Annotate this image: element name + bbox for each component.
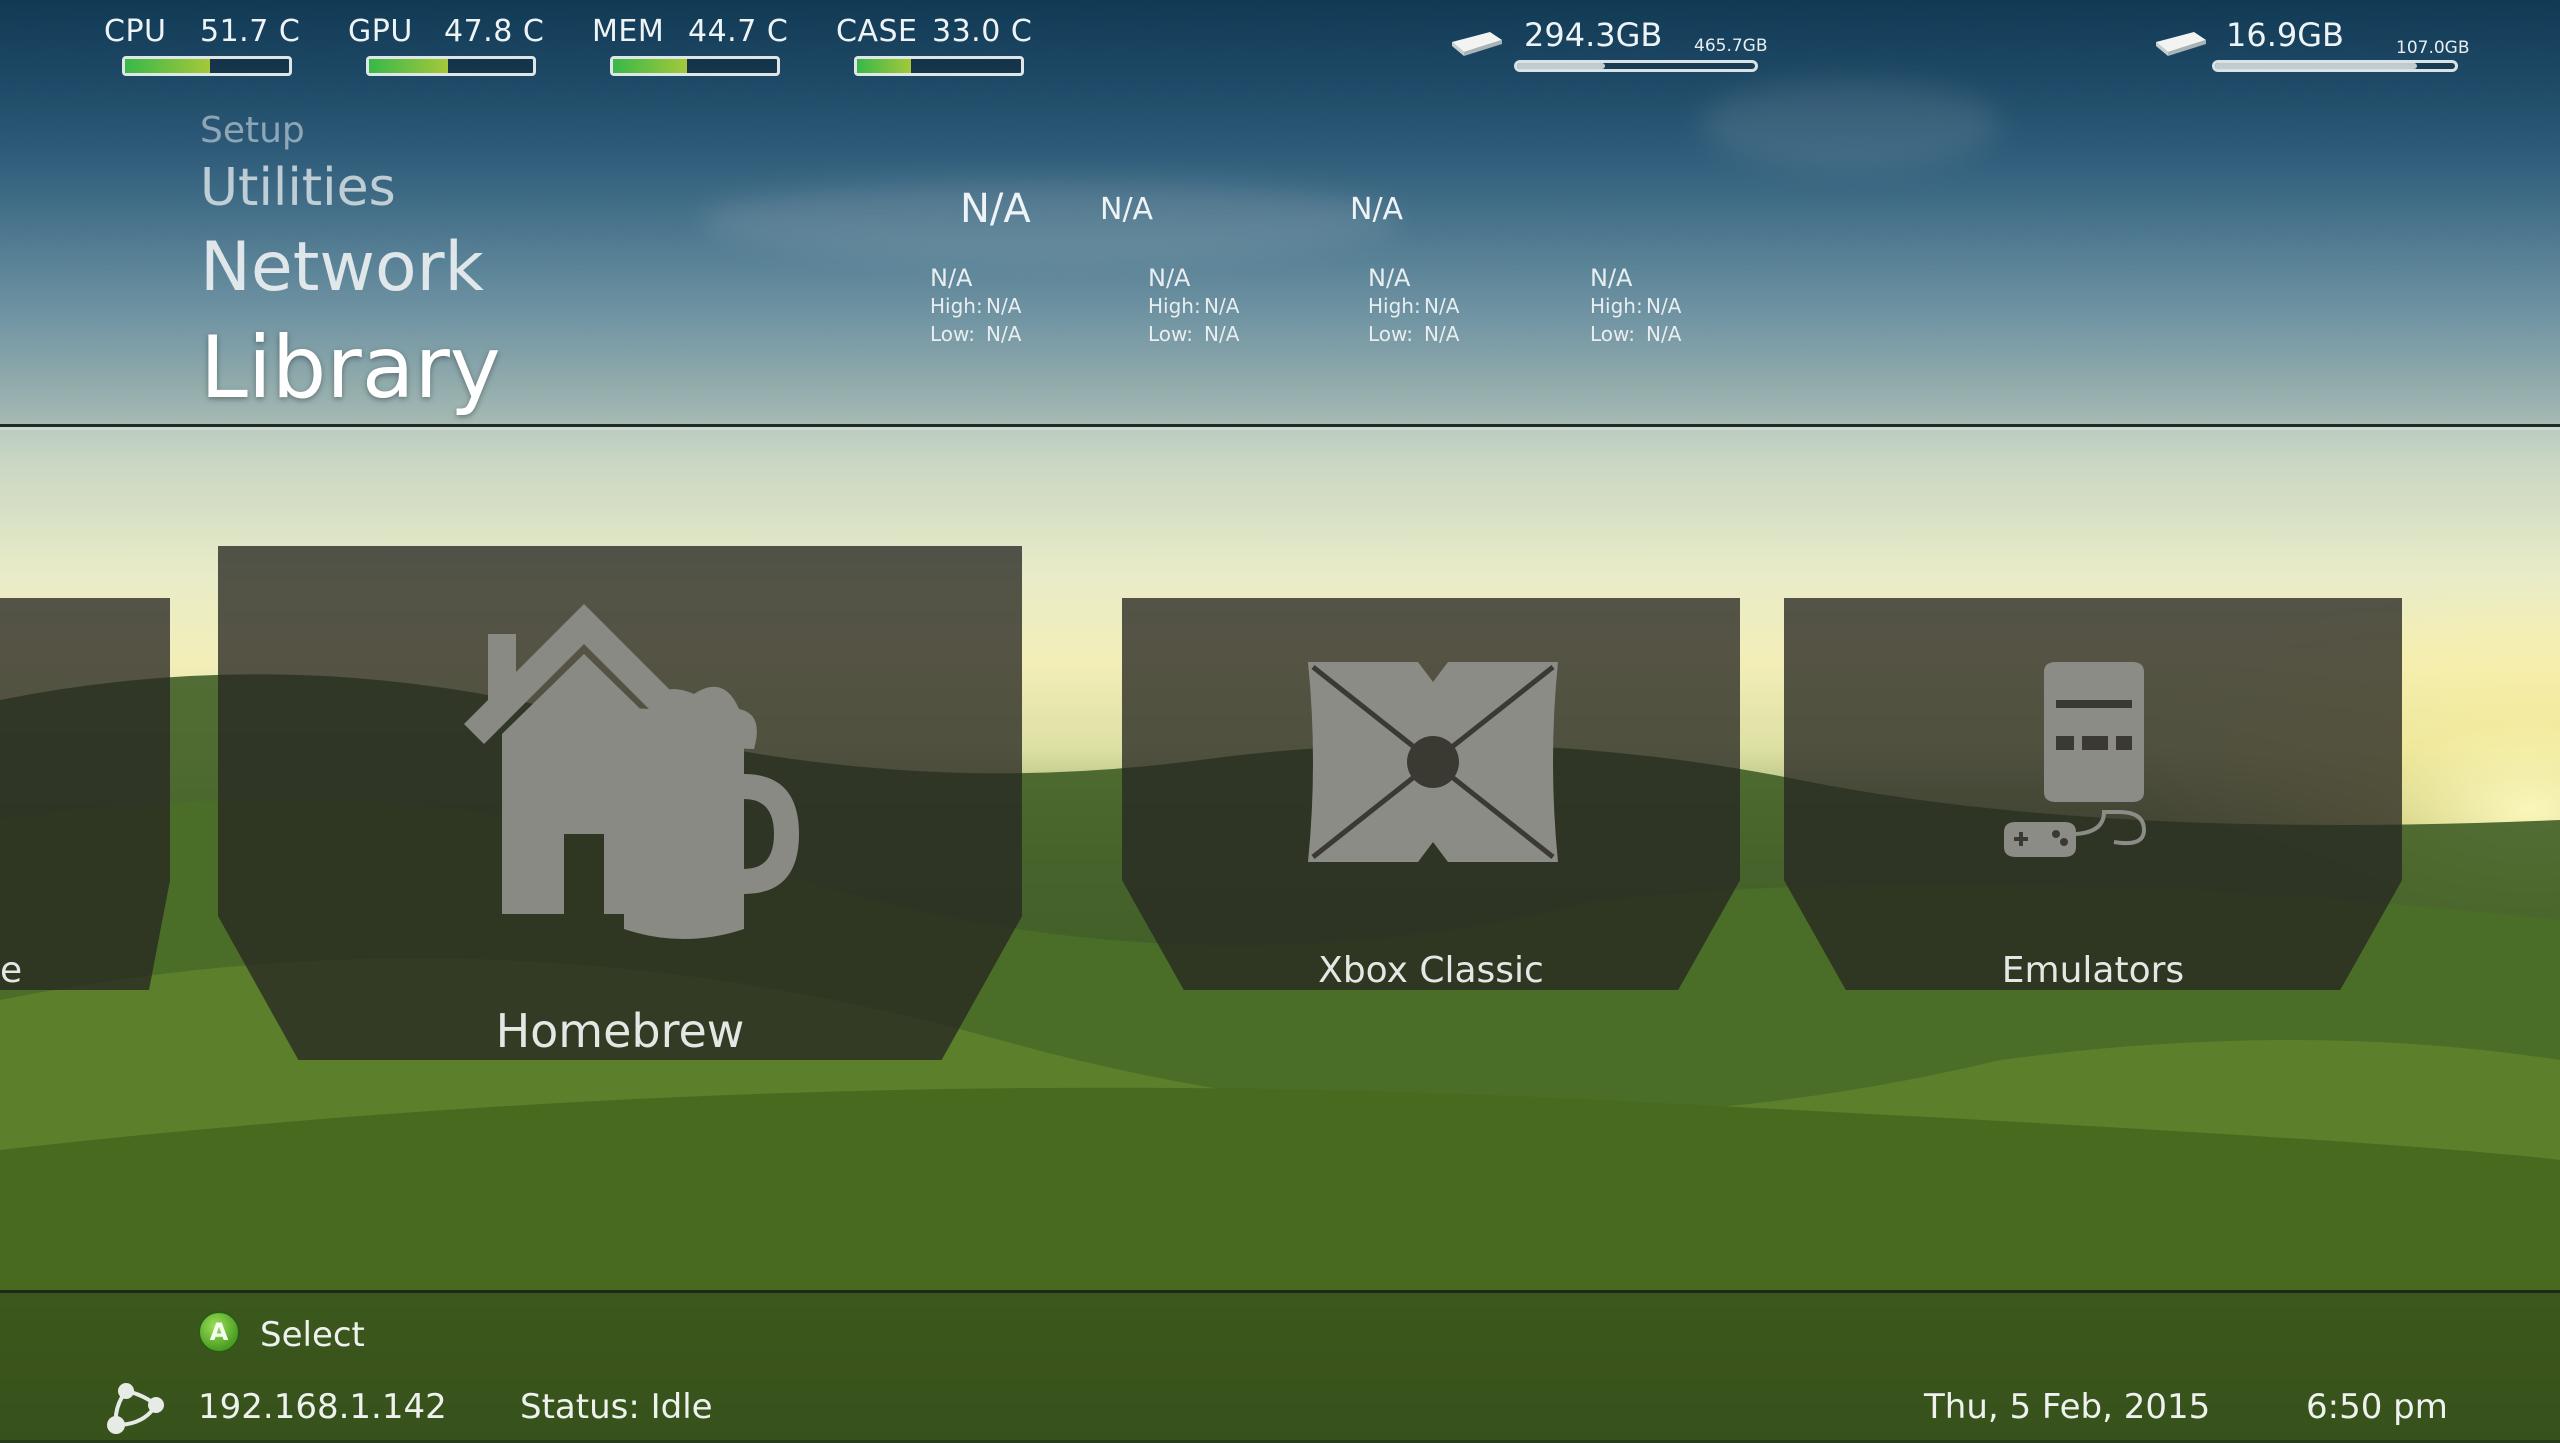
mem-temp-bar: [610, 56, 780, 76]
forecast-day-2-low-label: Low:: [1148, 322, 1194, 346]
xbox-icon: [1308, 662, 1558, 862]
forecast-day-1-low-label: Low:: [930, 322, 976, 346]
forecast-day-4-high-label: High:: [1590, 294, 1643, 318]
forecast-day-3-name: N/A: [1368, 264, 1411, 292]
menu-item-network[interactable]: Network: [200, 228, 484, 307]
hard-drive-icon: [2156, 32, 2206, 56]
weather-current-temp: N/A: [960, 186, 1031, 232]
weather-current-condition: N/A: [1100, 192, 1154, 227]
tile-emulators-label: Emulators: [2001, 950, 2185, 991]
mem-label: MEM: [592, 14, 665, 49]
forecast-day-4-low: N/A: [1646, 322, 1682, 346]
homebrew-icon: [464, 604, 799, 939]
forecast-day-1-name: N/A: [930, 264, 973, 292]
case-label: CASE: [836, 14, 918, 49]
forecast-day-3-low-label: Low:: [1368, 322, 1414, 346]
gpu-temp: GPU 47.8 C: [348, 14, 544, 49]
forecast-day-2-name: N/A: [1148, 264, 1191, 292]
tile-xbox-classic[interactable]: Xbox Classic: [1122, 598, 1740, 990]
tile-xbox-classic-label: Xbox Classic: [1318, 950, 1544, 991]
forecast-day-4-low-label: Low:: [1590, 322, 1636, 346]
forecast-day-1-high: N/A: [986, 294, 1022, 318]
tile-emulators[interactable]: Emulators: [1784, 598, 2402, 990]
drive-1-usage-bar: [1514, 60, 1758, 72]
footer-bar: A Select 192.168.1.142 Status: Idle Thu,…: [0, 1290, 2560, 1443]
forecast-day-2-low: N/A: [1204, 322, 1240, 346]
case-bar-fill: [857, 59, 912, 73]
ip-address: 192.168.1.142: [198, 1387, 447, 1427]
gpu-bar-fill: [369, 59, 448, 73]
hard-drive-icon: [1452, 32, 1502, 56]
network-icon: [107, 1383, 164, 1434]
drive-2-bar-fill: [2215, 63, 2417, 69]
forecast-day-1: N/A High: N/A Low: N/A: [930, 264, 1021, 348]
mem-temp: MEM 44.7 C: [592, 14, 788, 49]
a-button-icon: A: [198, 1311, 240, 1353]
network-status: Status: Idle: [520, 1387, 713, 1427]
time-display: 6:50 pm: [2306, 1387, 2448, 1427]
gpu-temp-bar: [366, 56, 536, 76]
forecast-day-4-name: N/A: [1590, 264, 1633, 292]
tile-partial-left[interactable]: e: [0, 598, 170, 990]
forecast-day-4: N/A High: N/A Low: N/A: [1590, 264, 1681, 348]
drive-2-total: 107.0GB: [2396, 38, 2470, 58]
tile-homebrew-label: Homebrew: [495, 1004, 745, 1058]
gpu-label: GPU: [348, 14, 413, 49]
forecast-day-2-high-label: High:: [1148, 294, 1201, 318]
mem-bar-fill: [613, 59, 687, 73]
menu-item-utilities[interactable]: Utilities: [200, 158, 396, 218]
forecast-day-1-low: N/A: [986, 322, 1022, 346]
mem-value: 44.7 C: [688, 14, 789, 49]
case-temp: CASE 33.0 C: [836, 14, 1032, 49]
case-value: 33.0 C: [932, 14, 1033, 49]
forecast-day-1-high-label: High:: [930, 294, 983, 318]
weather-current-location: N/A: [1350, 192, 1404, 227]
console-icon: [2004, 662, 2147, 857]
drive-1-bar-fill: [1517, 63, 1606, 69]
drive-1-free: 294.3GB: [1524, 16, 1663, 54]
tile-homebrew[interactable]: Homebrew: [218, 546, 1022, 1060]
gpu-value: 47.8 C: [444, 14, 545, 49]
case-temp-bar: [854, 56, 1024, 76]
menu-item-setup[interactable]: Setup: [200, 110, 305, 151]
forecast-day-2-high: N/A: [1204, 294, 1240, 318]
forecast-day-2: N/A High: N/A Low: N/A: [1148, 264, 1239, 348]
cpu-temp: CPU 51.7 C: [104, 14, 300, 49]
forecast-day-4-high: N/A: [1646, 294, 1682, 318]
cpu-label: CPU: [104, 14, 167, 49]
forecast-day-3-low: N/A: [1424, 322, 1460, 346]
forecast-day-3-high: N/A: [1424, 294, 1460, 318]
cpu-temp-bar: [122, 56, 292, 76]
drive-1-total: 465.7GB: [1694, 36, 1768, 56]
cpu-value: 51.7 C: [200, 14, 301, 49]
select-action-label[interactable]: Select: [260, 1315, 365, 1355]
drive-2-usage-bar: [2212, 60, 2458, 72]
forecast-day-3-high-label: High:: [1368, 294, 1421, 318]
menu-item-library[interactable]: Library: [200, 318, 501, 418]
header-panel: CPU 51.7 C GPU 47.8 C MEM 44.7 C CASE 33.0 C…: [0, 0, 2560, 427]
forecast-day-3: N/A High: N/A Low: N/A: [1368, 264, 1459, 348]
date-display: Thu, 5 Feb, 2015: [1924, 1387, 2211, 1427]
cpu-bar-fill: [125, 59, 211, 73]
drive-2-free: 16.9GB: [2226, 16, 2344, 54]
